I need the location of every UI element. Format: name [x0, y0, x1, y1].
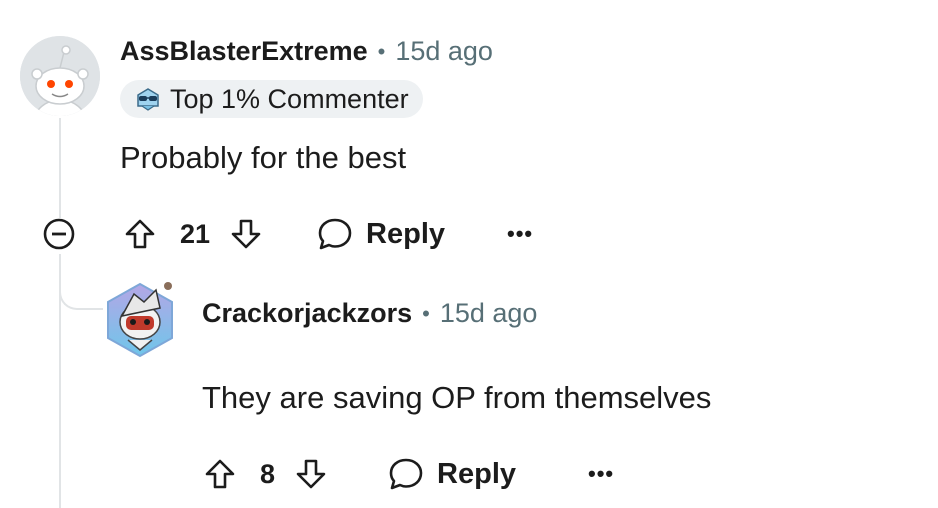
sunglasses-badge-icon: [134, 86, 162, 112]
upvote-button[interactable]: [120, 212, 160, 256]
hexagon-avatar-icon: [107, 282, 173, 358]
comment-author[interactable]: AssBlasterExtreme: [120, 36, 368, 67]
badge-label: Top 1% Commenter: [170, 83, 409, 114]
top-commenter-badge[interactable]: Top 1% Commenter: [120, 80, 423, 118]
reply-label: Reply: [437, 457, 517, 490]
meta-separator: •: [422, 300, 430, 326]
snoo-avatar-icon: [20, 36, 100, 116]
downvote-button[interactable]: [226, 212, 266, 256]
thread-line-main: [59, 118, 61, 218]
meta-separator: •: [377, 38, 386, 64]
avatar[interactable]: [104, 280, 176, 360]
downvote-arrow-icon: [296, 459, 326, 489]
comment-bubble-icon: [389, 458, 423, 490]
comment-timestamp[interactable]: 15d ago: [395, 36, 493, 67]
collapse-icon: [43, 218, 75, 250]
vote-count: 8: [260, 458, 276, 489]
collapse-thread-button[interactable]: [40, 215, 78, 253]
downvote-button[interactable]: [291, 452, 331, 496]
more-options-button[interactable]: •••: [588, 461, 614, 487]
comment-body: They are saving OP from themselves: [202, 380, 712, 415]
avatar[interactable]: [20, 36, 100, 116]
reply-button[interactable]: Reply: [387, 455, 516, 493]
reply-button[interactable]: Reply: [316, 215, 445, 253]
reply-label: Reply: [366, 217, 446, 250]
comment-timestamp[interactable]: 15d ago: [440, 298, 538, 329]
upvote-arrow-icon: [205, 459, 235, 489]
comment-bubble-icon: [318, 218, 352, 250]
upvote-arrow-icon: [125, 219, 155, 249]
comment-body: Probably for the best: [120, 140, 407, 175]
vote-count: 21: [180, 218, 211, 249]
more-options-button[interactable]: •••: [507, 221, 533, 247]
downvote-arrow-icon: [231, 219, 261, 249]
thread-connector: [59, 254, 103, 310]
upvote-button[interactable]: [200, 452, 240, 496]
comment-author[interactable]: Crackorjackzors: [202, 298, 412, 329]
